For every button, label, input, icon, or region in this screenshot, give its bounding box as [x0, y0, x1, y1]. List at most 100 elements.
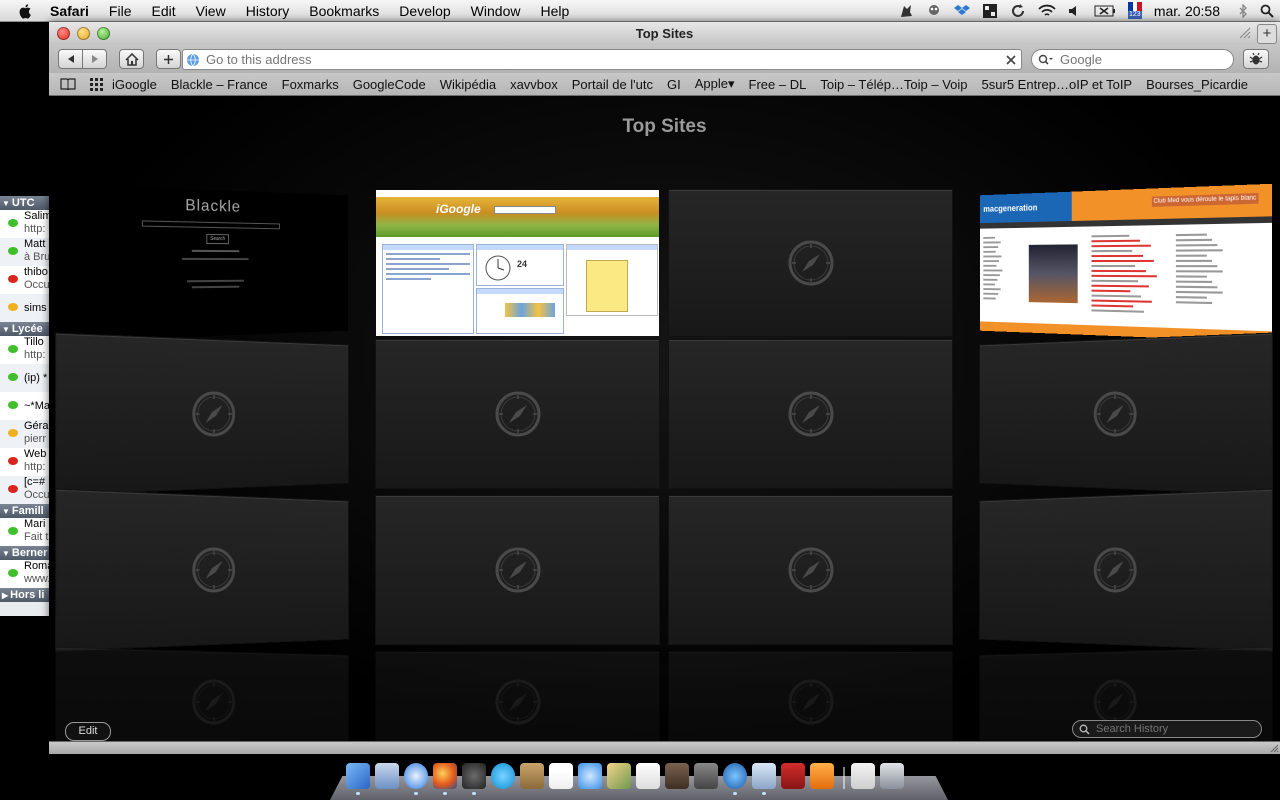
bookmark-xavvbox[interactable]: xavvbox [503, 77, 565, 92]
buddy-row[interactable]: Web http: [0, 448, 50, 476]
disclosure-down-icon[interactable]: ▼ [2, 199, 10, 208]
bookmark-foxmarks[interactable]: Foxmarks [275, 77, 346, 92]
dock-trash-icon[interactable] [880, 763, 904, 789]
top-site-macg[interactable]: macgeneration Club Med vous déroule le ta… [980, 183, 1272, 343]
volume-icon[interactable] [1068, 4, 1082, 18]
dock-dictionary-icon[interactable] [665, 763, 689, 789]
dock-ical-icon[interactable] [549, 763, 573, 789]
show-all-bookmarks-icon[interactable] [59, 76, 77, 92]
disclosure-right-icon[interactable]: ▶ [2, 591, 8, 600]
top-site-empty-slot[interactable] [669, 496, 952, 644]
top-site-igoogle[interactable]: iGoogle 24 [376, 190, 659, 336]
dock-safari-icon[interactable] [404, 763, 428, 795]
google-search-field[interactable] [1031, 49, 1234, 70]
bookmark-bourses-picardie[interactable]: Bourses_Picardie [1139, 77, 1255, 92]
buddy-group[interactable]: ▼ Lycée [0, 322, 50, 336]
bookmark-googlecode[interactable]: GoogleCode [346, 77, 433, 92]
new-tab-button[interactable]: + [1257, 24, 1277, 44]
dock-finder-icon[interactable] [346, 763, 370, 795]
title-bar[interactable]: Top Sites + [49, 22, 1280, 45]
top-site-empty-slot[interactable] [669, 340, 952, 488]
menu-file[interactable]: File [99, 3, 142, 19]
report-bug-button[interactable] [1243, 49, 1269, 69]
adium-icon[interactable] [926, 3, 942, 19]
menu-window[interactable]: Window [461, 3, 531, 19]
buddy-row[interactable]: sims [0, 294, 50, 322]
dock-adium-icon[interactable] [462, 763, 486, 795]
dock-xcode-icon[interactable] [752, 763, 776, 795]
buddy-row[interactable]: Tillo http: [0, 336, 50, 364]
menu-help[interactable]: Help [530, 3, 579, 19]
menu-view[interactable]: View [186, 3, 236, 19]
home-button[interactable] [119, 49, 144, 69]
google-search-input[interactable] [1058, 51, 1233, 68]
menu-edit[interactable]: Edit [141, 3, 185, 19]
top-site-empty-slot[interactable] [669, 190, 952, 336]
bookmark-wikipedia[interactable]: Wikipédia [433, 77, 503, 92]
disclosure-down-icon[interactable]: ▼ [2, 507, 10, 516]
top-site-empty-slot[interactable] [56, 333, 348, 495]
buddy-group[interactable]: ▼ Berner [0, 546, 50, 560]
buddy-row[interactable]: Matt à Bru [0, 238, 50, 266]
search-history-field[interactable] [1072, 720, 1262, 738]
buddy-row[interactable]: Romawww. [0, 560, 50, 588]
add-bookmark-button[interactable] [156, 49, 181, 69]
top-site-blackle[interactable]: Blackle Search [56, 183, 348, 343]
bluetooth-icon[interactable] [1238, 3, 1248, 18]
bookmark-blackle[interactable]: Blackle – France [164, 77, 275, 92]
dock-documents-icon[interactable] [851, 763, 875, 789]
dock-itunes-icon[interactable] [578, 763, 602, 789]
resize-grip-icon[interactable] [1269, 743, 1279, 753]
dock-preview-icon[interactable] [375, 763, 399, 789]
buddy-row[interactable]: ~*Ma [0, 392, 50, 420]
disclosure-down-icon[interactable]: ▼ [2, 549, 10, 558]
top-sites-grid-icon[interactable] [87, 76, 105, 92]
top-site-empty-slot[interactable] [376, 496, 659, 644]
wifi-icon[interactable] [1038, 4, 1056, 18]
menubar-clock[interactable]: mar. 20:58 [1154, 3, 1220, 19]
disclosure-down-icon[interactable]: ▼ [2, 325, 10, 334]
spaces-icon[interactable] [982, 3, 998, 19]
dock-iphoto-icon[interactable] [607, 763, 631, 789]
menu-bookmarks[interactable]: Bookmarks [299, 3, 389, 19]
search-history-input[interactable] [1094, 722, 1258, 736]
address-input[interactable] [204, 51, 1006, 68]
edit-top-sites-button[interactable]: Edit [65, 722, 111, 741]
dock-vlc-icon[interactable] [810, 763, 834, 789]
menu-app-safari[interactable]: Safari [46, 3, 99, 19]
dropbox-icon[interactable] [953, 3, 970, 19]
top-site-empty-slot[interactable] [56, 489, 348, 651]
dock-firefox-icon[interactable] [433, 763, 457, 795]
dock-screen-icon[interactable] [694, 763, 718, 789]
dock-contacts-icon[interactable] [520, 763, 544, 789]
buddy-row[interactable]: Géra pierr [0, 420, 50, 448]
top-site-empty-slot[interactable] [980, 333, 1272, 495]
bookmark-free-dl[interactable]: Free – DL [742, 77, 814, 92]
battery-icon[interactable] [1094, 5, 1116, 17]
dock-textedit-icon[interactable] [636, 763, 660, 789]
buddy-row[interactable]: (ip) * [0, 364, 50, 392]
bookmark-gi[interactable]: GI [660, 77, 688, 92]
bookmark-5sur5[interactable]: 5sur5 Entrep…oIP et ToIP [975, 77, 1140, 92]
address-bar[interactable] [182, 49, 1022, 70]
top-site-empty-slot[interactable] [376, 340, 659, 488]
menu-history[interactable]: History [236, 3, 300, 19]
bookmark-apple-folder[interactable]: Apple▾ [688, 76, 742, 92]
buddy-row[interactable]: [c=# Occu [0, 476, 50, 504]
dock-skype-icon[interactable] [491, 763, 515, 789]
bookmark-toip[interactable]: Toip – Téléр…Toip – Voip [813, 77, 974, 92]
menu-develop[interactable]: Develop [389, 3, 460, 19]
bookmark-portail-utc[interactable]: Portail de l'utc [565, 77, 660, 92]
toolbar-toggle-icon[interactable] [1238, 26, 1252, 40]
forward-button[interactable] [82, 49, 107, 69]
buddy-group[interactable]: ▶ Hors li [0, 588, 50, 602]
dock-acrobat-icon[interactable] [781, 763, 805, 789]
buddy-row[interactable]: Salim http: [0, 210, 50, 238]
clear-address-icon[interactable] [1006, 54, 1016, 65]
buddy-row[interactable]: Mari Fait t [0, 518, 50, 546]
back-button[interactable] [58, 49, 83, 69]
dock-quicktime-icon[interactable] [723, 763, 747, 795]
top-site-empty-slot[interactable] [980, 489, 1272, 651]
input-menu-french-flag-icon[interactable]: 123 [1127, 2, 1142, 19]
spotlight-icon[interactable] [1260, 4, 1274, 18]
